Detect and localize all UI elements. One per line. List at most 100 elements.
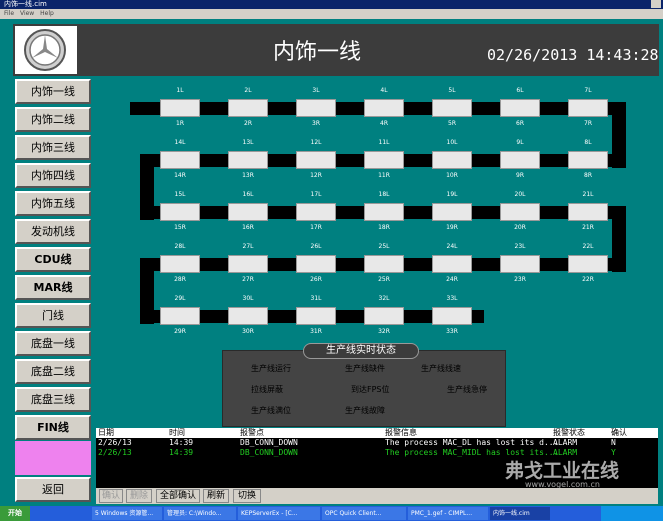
station-label-top: 29L [174,295,186,302]
station-label-top: 1L [176,87,184,94]
station-car[interactable]: 28L 28R [160,243,200,283]
station-label-bottom: 29R [174,328,186,335]
taskbar-item-kepserver[interactable]: KEPServerEx - [C... [238,507,320,520]
back-button[interactable]: 返回 [15,477,91,502]
station-car[interactable]: 4L 4R [364,87,404,127]
station-label-top: 15L [174,191,186,198]
station-car[interactable]: 26L 26R [296,243,336,283]
sidebar-item-door[interactable]: 门线 [15,303,91,328]
station-car[interactable]: 23L 23R [500,243,540,283]
close-button[interactable] [651,0,661,8]
table-row[interactable]: 2/26/13 14:39 DB_CONN_DOWN The process M… [96,438,658,448]
station-car[interactable]: 1L 1R [160,87,200,127]
sidebar-item-chassis-1[interactable]: 底盘一线 [15,331,91,356]
menu-view[interactable]: View [20,10,34,17]
status-emergency-stop: 生产线急停 [447,385,487,394]
station-car[interactable]: 18L 18R [364,191,404,231]
station-label-bottom: 21R [582,224,594,231]
confirm-all-button[interactable]: 全部确认 [156,489,200,503]
station-car[interactable]: 3L 3R [296,87,336,127]
station-car[interactable]: 22L 22R [568,243,608,283]
car-icon [160,307,200,325]
menubar: File View Help [0,9,663,19]
car-icon [228,307,268,325]
station-car[interactable]: 15L 15R [160,191,200,231]
sidebar-item-interior-4[interactable]: 内饰四线 [15,163,91,188]
station-car[interactable]: 6L 6R [500,87,540,127]
station-car[interactable]: 32L 32R [364,295,404,335]
taskbar-item-explorer[interactable]: 5 Windows 资源管... [92,507,162,520]
station-car[interactable]: 2L 2R [228,87,268,127]
station-car[interactable]: 7L 7R [568,87,608,127]
sidebar-item-chassis-2[interactable]: 底盘二线 [15,359,91,384]
refresh-button[interactable]: 刷新 [203,489,229,503]
station-label-top: 11L [378,139,390,146]
sidebar-item-engine[interactable]: 发动机线 [15,219,91,244]
system-tray [601,506,663,521]
station-car[interactable]: 11L 11R [364,139,404,179]
station-label-bottom: 27R [242,276,254,283]
station-car[interactable]: 29L 29R [160,295,200,335]
station-car[interactable]: 10L 10R [432,139,472,179]
menu-help[interactable]: Help [40,10,54,17]
station-label-bottom: 12R [310,172,322,179]
row-date: 2/26/13 [98,438,132,447]
sidebar-item-mar[interactable]: MAR线 [15,275,91,300]
station-label-top: 16L [242,191,254,198]
station-car[interactable]: 25L 25R [364,243,404,283]
station-car[interactable]: 8L 8R [568,139,608,179]
station-label-bottom: 4R [380,120,388,127]
station-label-top: 20L [514,191,526,198]
car-icon [160,151,200,169]
car-icon [160,99,200,117]
station-car[interactable]: 31L 31R [296,295,336,335]
menu-file[interactable]: File [4,10,14,17]
station-car[interactable]: 24L 24R [432,243,472,283]
sidebar-item-interior-1[interactable]: 内饰一线 [15,79,91,104]
station-label-bottom: 22R [582,276,594,283]
taskbar-item-opc-client[interactable]: OPC Quick Client... [322,507,406,520]
sidebar-item-chassis-3[interactable]: 底盘三线 [15,387,91,412]
confirm-button[interactable]: 确认 [99,489,123,503]
taskbar-item-cmd[interactable]: 管理员: C:\Windo... [164,507,236,520]
station-car[interactable]: 9L 9R [500,139,540,179]
taskbar-item-cimplicity[interactable]: PMC_1.gef - CIMPL... [408,507,488,520]
sidebar-item-fin[interactable]: FIN线 [15,415,91,440]
car-icon [568,203,608,221]
station-car[interactable]: 12L 12R [296,139,336,179]
station-car[interactable]: 33L 33R [432,295,472,335]
taskbar-item-cim-active[interactable]: 内饰一线.cim [490,507,550,520]
station-label-bottom: 11R [378,172,390,179]
delete-button[interactable]: 删除 [126,489,152,503]
station-car[interactable]: 13L 13R [228,139,268,179]
car-icon [364,307,404,325]
car-icon [432,255,472,273]
car-icon [568,99,608,117]
station-car[interactable]: 21L 21R [568,191,608,231]
station-car[interactable]: 27L 27R [228,243,268,283]
station-car[interactable]: 5L 5R [432,87,472,127]
station-label-bottom: 16R [242,224,254,231]
row-ack: N [611,438,616,447]
station-car[interactable]: 30L 30R [228,295,268,335]
sidebar-item-interior-2[interactable]: 内饰二线 [15,107,91,132]
sidebar-item-interior-5[interactable]: 内饰五线 [15,191,91,216]
station-car[interactable]: 14L 14R [160,139,200,179]
station-car[interactable]: 16L 16R [228,191,268,231]
station-label-bottom: 32R [378,328,390,335]
sidebar-item-cdu[interactable]: CDU线 [15,247,91,272]
station-label-top: 5L [448,87,456,94]
car-icon [500,203,540,221]
station-car[interactable]: 17L 17R [296,191,336,231]
page-title: 内饰一线 [273,40,362,65]
start-button[interactable]: 开始 [0,506,30,521]
switch-button[interactable]: 切换 [233,489,261,503]
sidebar-item-interior-3[interactable]: 内饰三线 [15,135,91,160]
station-label-top: 23L [514,243,526,250]
station-label-bottom: 6R [516,120,524,127]
station-car[interactable]: 19L 19R [432,191,472,231]
car-icon [568,255,608,273]
station-car[interactable]: 20L 20R [500,191,540,231]
station-label-top: 14L [174,139,186,146]
station-label-bottom: 13R [242,172,254,179]
